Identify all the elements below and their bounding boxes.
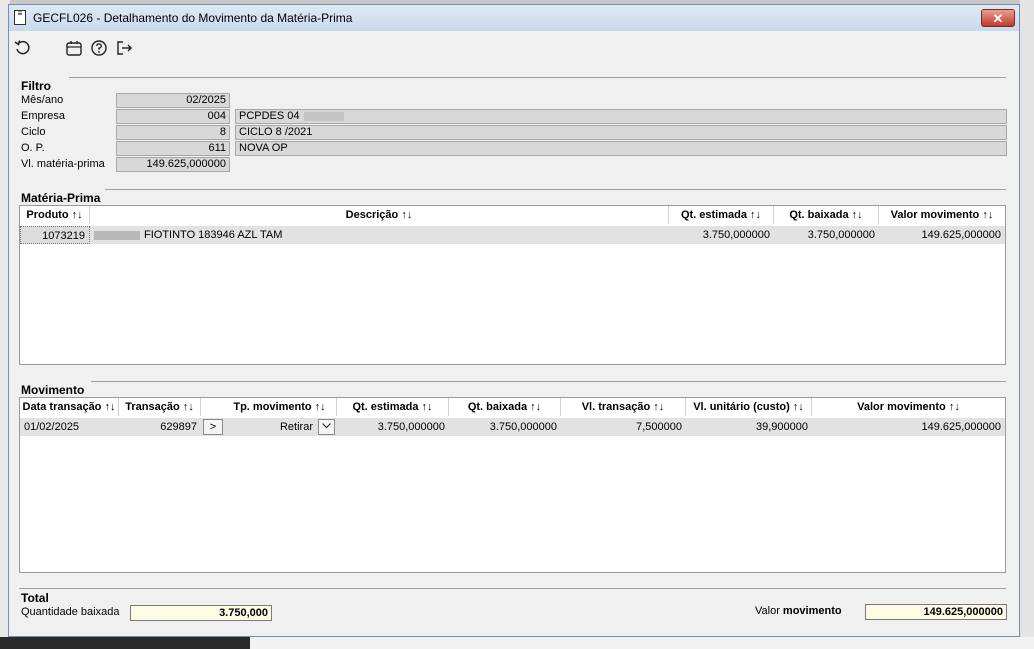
filtro-separator — [69, 77, 1006, 78]
total-separator — [19, 588, 1006, 589]
cell-qt-baixada: 3.750,000000 — [807, 229, 875, 241]
mesano-label: Mês/ano — [21, 94, 64, 106]
dialog-window: ≡ GECFL026 - Detalhamento do Movimento d… — [8, 4, 1020, 637]
col-qt-estimada-header[interactable]: Qt. estimada ↑↓ — [669, 206, 774, 224]
valor-movimento-label: Valor movimento — [755, 605, 842, 617]
movimento-title: Movimento — [21, 383, 85, 397]
movimento-separator — [91, 381, 1006, 382]
empresa-field[interactable]: 004 — [116, 109, 230, 124]
cell-produto[interactable]: 1073219 — [20, 226, 90, 244]
col-tipo-header[interactable]: Tp. movimento ↑↓ — [201, 398, 337, 416]
exit-icon[interactable] — [114, 39, 134, 59]
filtro-title: Filtro — [21, 79, 51, 93]
col-qt-baixada-header[interactable]: Qt. baixada ↑↓ — [449, 398, 561, 416]
document-icon: ≡ — [14, 10, 26, 25]
op-label: O. P. — [21, 142, 45, 154]
toolbar — [9, 31, 1019, 67]
valor-movimento-field: 149.625,000000 — [865, 604, 1007, 620]
movimento-grid: Data transação ↑↓ Transação ↑↓ Tp. movim… — [19, 397, 1006, 573]
vl-materia-label: Vl. matéria-prima — [21, 158, 105, 170]
col-qt-estimada-header[interactable]: Qt. estimada ↑↓ — [337, 398, 449, 416]
redacted-block — [303, 111, 344, 121]
col-qt-baixada-header[interactable]: Qt. baixada ↑↓ — [774, 206, 879, 224]
cell-vl-unitario: 39,900000 — [756, 421, 808, 433]
refresh-icon[interactable] — [13, 39, 33, 59]
ciclo-desc-field: CICLO 8 /2021 — [235, 125, 1007, 140]
chevron-down-icon — [322, 423, 331, 429]
ciclo-field[interactable]: 8 — [116, 125, 230, 140]
table-row[interactable]: 1073219 FIOTINTO 183946 AZL TAM 3.750,00… — [20, 226, 1005, 244]
detail-button[interactable]: > — [203, 419, 223, 435]
title-bar[interactable]: ≡ GECFL026 - Detalhamento do Movimento d… — [9, 5, 1019, 31]
col-valor-header[interactable]: Valor movimento ↑↓ — [879, 206, 1005, 224]
cell-qt-baixada: 3.750,000000 — [489, 421, 557, 433]
valor-label-part2: movimento — [782, 605, 842, 617]
tipo-dropdown[interactable] — [318, 419, 335, 435]
empresa-desc-field: PCPDES 04 — [235, 109, 1007, 124]
empresa-label: Empresa — [21, 110, 66, 122]
cell-tipo[interactable]: Retirar — [225, 418, 317, 436]
mesano-field[interactable]: 02/2025 — [116, 93, 230, 108]
col-data-header[interactable]: Data transação ↑↓ — [20, 398, 119, 416]
window-title: GECFL026 - Detalhamento do Movimento da … — [33, 11, 353, 25]
col-descricao-header[interactable]: Descrição ↑↓ — [90, 206, 669, 224]
qtd-baixada-field: 3.750,000 — [130, 605, 272, 621]
close-button[interactable]: ✕ — [981, 9, 1015, 27]
ciclo-label: Ciclo — [21, 126, 46, 138]
empresa-desc: PCPDES 04 — [239, 110, 300, 122]
background-bottom-dark — [0, 637, 250, 649]
cell-qt-estimada: 3.750,000000 — [702, 229, 770, 241]
redacted-block — [94, 230, 140, 240]
col-vl-transacao-header[interactable]: Vl. transação ↑↓ — [561, 398, 686, 416]
total-title: Total — [21, 591, 49, 605]
cell-vl-transacao: 7,500000 — [636, 421, 682, 433]
table-row[interactable]: 01/02/2025 629897 > Retirar 3.750,000000… — [20, 418, 1005, 436]
cell-transacao: 629897 — [160, 421, 197, 433]
cell-valor: 149.625,000000 — [921, 229, 1001, 241]
valor-label-part1: Valor — [755, 605, 783, 617]
descricao-text: FIOTINTO 183946 AZL TAM — [144, 229, 283, 241]
materia-separator — [105, 189, 1006, 190]
col-vl-unitario-header[interactable]: Vl. unitário (custo) ↑↓ — [686, 398, 812, 416]
op-desc-field: NOVA OP — [235, 141, 1007, 156]
cell-data: 01/02/2025 — [24, 421, 80, 433]
background-bottom-light — [250, 637, 1034, 649]
cell-descricao: FIOTINTO 183946 AZL TAM — [90, 226, 669, 244]
qtd-baixada-label: Quantidade baixada — [21, 606, 120, 618]
vl-materia-field: 149.625,000000 — [116, 157, 230, 172]
materia-grid: Produto ↑↓ Descrição ↑↓ Qt. estimada ↑↓ … — [19, 205, 1006, 365]
col-produto-header[interactable]: Produto ↑↓ — [20, 206, 90, 224]
cell-qt-estimada: 3.750,000000 — [377, 421, 445, 433]
help-icon[interactable] — [89, 39, 109, 59]
background-right — [1020, 0, 1034, 649]
materia-title: Matéria-Prima — [21, 191, 101, 205]
col-transacao-header[interactable]: Transação ↑↓ — [119, 398, 201, 416]
col-valor-header[interactable]: Valor movimento ↑↓ — [812, 398, 1005, 416]
op-field[interactable]: 611 — [116, 141, 230, 156]
calendar-icon[interactable] — [64, 39, 84, 59]
cell-valor: 149.625,000000 — [921, 421, 1001, 433]
